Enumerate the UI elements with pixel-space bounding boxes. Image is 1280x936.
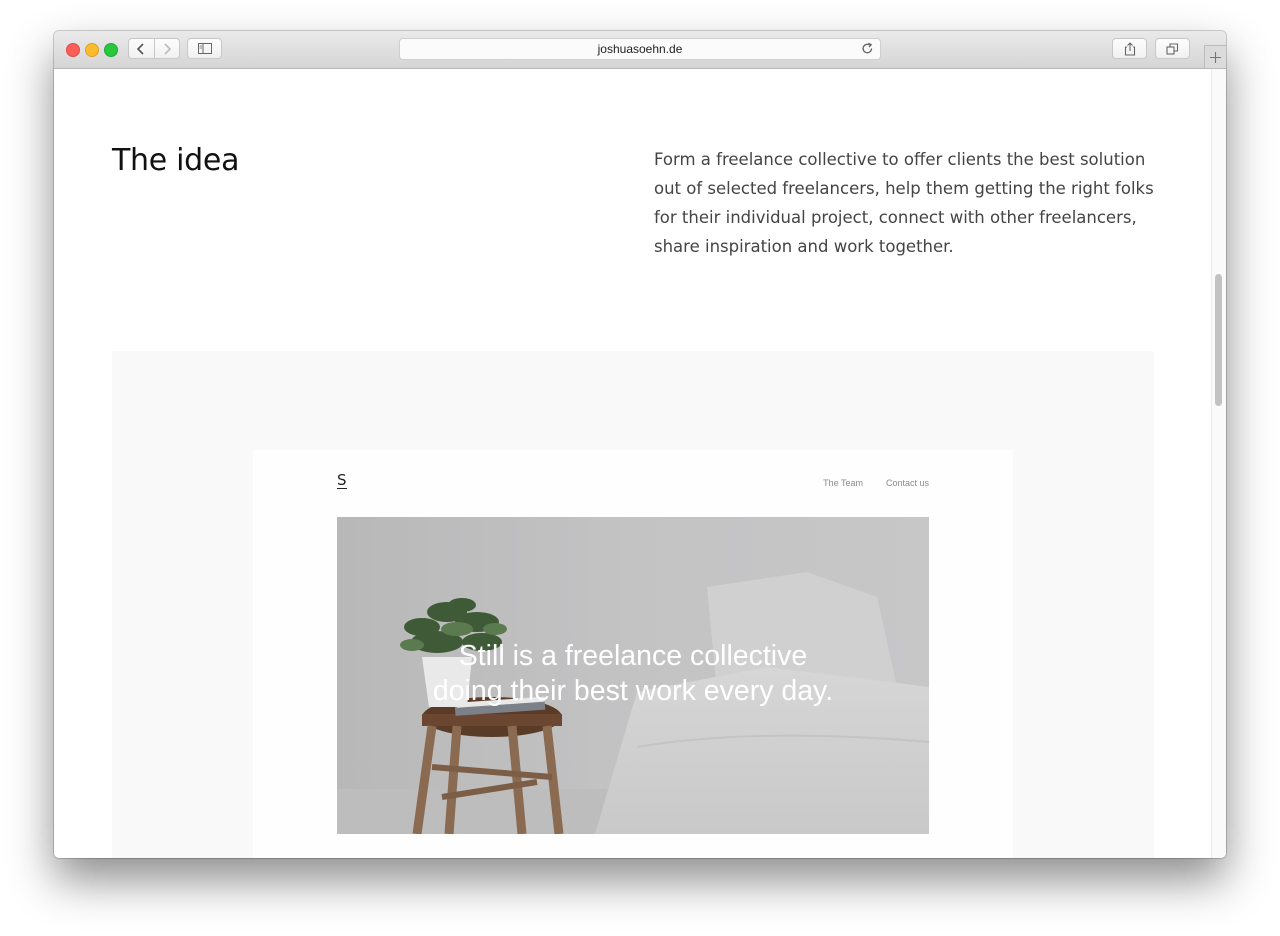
address-url: joshuasoehn.de bbox=[597, 42, 683, 56]
history-nav-group bbox=[128, 38, 180, 59]
new-tab-button[interactable] bbox=[1204, 45, 1226, 68]
sidebar-toggle-button[interactable] bbox=[187, 38, 222, 59]
mockup-hero-image: Still is a freelance collective doing th… bbox=[337, 517, 929, 834]
project-showcase: S The Team Contact us Still is a freelan… bbox=[112, 351, 1154, 858]
address-bar[interactable]: joshuasoehn.de bbox=[399, 38, 881, 60]
close-window-button[interactable] bbox=[66, 43, 80, 57]
mockup-nav: The Team Contact us bbox=[823, 478, 929, 488]
mockup-nav-the-team[interactable]: The Team bbox=[823, 478, 863, 488]
tagline-line-2: doing their best work every day. bbox=[432, 675, 834, 707]
share-icon bbox=[1124, 41, 1135, 56]
mockup-nav-contact-us[interactable]: Contact us bbox=[886, 478, 929, 488]
back-icon bbox=[137, 42, 144, 55]
scrollbar-thumb[interactable] bbox=[1215, 274, 1222, 406]
browser-window: joshuasoehn.de The idea Form a freelance… bbox=[54, 31, 1226, 858]
website-mockup: S The Team Contact us Still is a freelan… bbox=[253, 450, 1013, 858]
tabs-overview-icon bbox=[1166, 42, 1179, 55]
reload-icon[interactable] bbox=[861, 42, 874, 55]
tagline-line-1: Still is a freelance collective bbox=[458, 640, 808, 672]
back-button[interactable] bbox=[129, 39, 154, 58]
tabs-overview-button[interactable] bbox=[1155, 38, 1190, 59]
mockup-logo: S bbox=[337, 471, 347, 489]
minimize-window-button[interactable] bbox=[85, 43, 99, 57]
vertical-scrollbar[interactable] bbox=[1211, 69, 1226, 858]
section-heading: The idea bbox=[112, 143, 240, 178]
maximize-window-button[interactable] bbox=[104, 43, 118, 57]
mockup-hero-tagline: Still is a freelance collective doing th… bbox=[337, 639, 929, 709]
sidebar-icon bbox=[197, 43, 212, 54]
section-body-text: Form a freelance collective to offer cli… bbox=[654, 150, 1154, 256]
forward-button[interactable] bbox=[153, 39, 180, 58]
forward-icon bbox=[164, 42, 171, 55]
browser-toolbar: joshuasoehn.de bbox=[54, 31, 1226, 69]
page-viewport: The idea Form a freelance collective to … bbox=[54, 69, 1226, 858]
plus-icon bbox=[1210, 51, 1221, 63]
share-button[interactable] bbox=[1112, 38, 1147, 59]
